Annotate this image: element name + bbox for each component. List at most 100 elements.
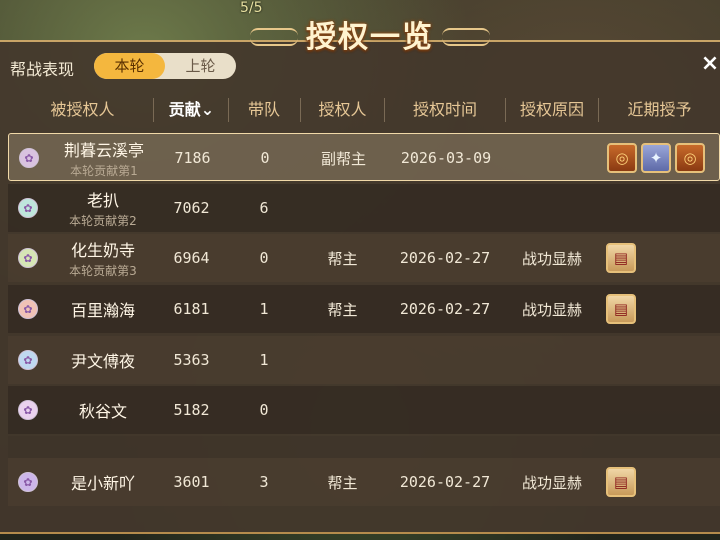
ornament-left [250, 28, 298, 46]
toggle-previous-round[interactable]: 上轮 [165, 53, 236, 79]
cell-time: 2026-03-09 [386, 134, 506, 182]
table-row[interactable]: ✿ 老扒 本轮贡献第2 7062 6 [8, 184, 720, 232]
member-name-block: 秋谷文 [38, 386, 168, 434]
cell-reason [507, 134, 599, 182]
header-time[interactable]: 授权时间 [385, 92, 505, 128]
time-value: 2026-02-27 [399, 300, 491, 318]
scroll-icon[interactable]: ▤ [606, 243, 636, 273]
avatar[interactable]: ✿ [18, 472, 38, 492]
table-header: 被授权人 贡献⌄ 带队 授权人 授权时间 授权原因 近期授予 [0, 92, 720, 128]
contribution-value: 7186 [174, 149, 211, 167]
member-name: 尹文傅夜 [70, 352, 135, 371]
toggle-current-round[interactable]: 本轮 [94, 53, 165, 79]
cell-team: 1 [229, 285, 299, 333]
cell-grantor: 帮主 [301, 234, 384, 282]
avatar[interactable]: ✿ [18, 248, 38, 268]
cell-team: 6 [229, 184, 299, 232]
cell-team: 0 [230, 134, 300, 182]
table-row[interactable]: ✿ 秋谷文 5182 0 [8, 386, 720, 434]
avatar[interactable]: ✿ [18, 198, 38, 218]
chevron-down-icon: ⌄ [200, 100, 215, 119]
filter-label: 帮战表现 [10, 60, 75, 79]
time-value: 2026-02-27 [399, 249, 491, 267]
contribution-rank: 本轮贡献第3 [69, 264, 137, 278]
close-icon[interactable]: × [700, 52, 720, 76]
grantor-value: 帮主 [327, 473, 358, 492]
table-row[interactable]: ✿ 百里瀚海 6181 1 帮主 2026-02-27 战功显赫 ▤ [8, 285, 720, 333]
cell-reason [506, 386, 598, 434]
team-value: 0 [259, 401, 269, 419]
header-grantor[interactable]: 授权人 [301, 92, 384, 128]
title-banner: 授权一览 [250, 8, 490, 60]
cell-team: 0 [229, 234, 299, 282]
table-row[interactable]: ✿ 荆暮云溪亭 本轮贡献第1 7186 0 副帮主 2026-03-09 ◎ ✦ ◎ [8, 133, 720, 181]
team-value: 6 [259, 199, 269, 217]
member-name: 老扒 [86, 191, 119, 210]
cell-reason [506, 336, 598, 384]
scroll-icon[interactable]: ▤ [606, 467, 636, 497]
avatar[interactable]: ✿ [19, 148, 39, 168]
pouch-icon[interactable]: ◎ [675, 143, 705, 173]
header-divider [153, 98, 154, 122]
orb-icon[interactable]: ✦ [641, 143, 671, 173]
member-name-block: 百里瀚海 [38, 285, 168, 333]
cell-contribution: 5363 [155, 336, 228, 384]
cell-time: 2026-02-27 [385, 234, 505, 282]
member-name: 百里瀚海 [70, 301, 135, 320]
cell-contribution: 6181 [155, 285, 228, 333]
table-row[interactable]: ✿ 尹文傅夜 5363 1 [8, 336, 720, 384]
team-value: 0 [259, 249, 269, 267]
round-toggle[interactable]: 本轮 上轮 [94, 53, 236, 79]
scroll-icon[interactable]: ▤ [606, 294, 636, 324]
ornament-right [442, 28, 490, 46]
contribution-value: 6964 [173, 249, 210, 267]
cell-grantor [301, 386, 384, 434]
pouch-icon[interactable]: ◎ [607, 143, 637, 173]
cell-reason: 战功显赫 [506, 234, 598, 282]
cell-contribution: 5182 [155, 386, 228, 434]
cell-contribution: 7062 [155, 184, 228, 232]
cell-grantor: 副帮主 [302, 134, 385, 182]
cell-time: 2026-02-27 [385, 285, 505, 333]
member-name-block: 老扒 本轮贡献第2 [38, 184, 168, 232]
contribution-value: 5363 [173, 351, 210, 369]
team-value: 1 [259, 351, 269, 369]
contribution-value: 6181 [173, 300, 210, 318]
team-value: 0 [260, 149, 270, 167]
cell-time [385, 386, 505, 434]
cell-time: 2026-02-27 [385, 458, 505, 506]
member-name: 化生奶寺 [70, 241, 135, 260]
table-row[interactable]: ✿ 是小新吖 3601 3 帮主 2026-02-27 战功显赫 ▤ [8, 458, 720, 506]
cell-team: 3 [229, 458, 299, 506]
table-row[interactable]: ✿ 化生奶寺 本轮贡献第3 6964 0 帮主 2026-02-27 战功显赫 ▤ [8, 234, 720, 282]
cell-grantor [301, 184, 384, 232]
cell-grantor: 帮主 [301, 285, 384, 333]
member-name: 荆暮云溪亭 [63, 141, 144, 160]
avatar[interactable]: ✿ [18, 350, 38, 370]
window-title: 授权一览 [306, 20, 434, 55]
cell-reason: 战功显赫 [506, 285, 598, 333]
team-value: 1 [259, 300, 269, 318]
avatar[interactable]: ✿ [18, 299, 38, 319]
member-name-block: 化生奶寺本轮贡献第3 [38, 234, 168, 282]
cell-time [385, 184, 505, 232]
cell-contribution: 3601 [155, 458, 228, 506]
reason-value: 战功显赫 [521, 249, 582, 268]
header-reason[interactable]: 授权原因 [506, 92, 598, 128]
header-contribution[interactable]: 贡献⌄ [155, 92, 228, 128]
cell-reason: 战功显赫 [506, 458, 598, 506]
header-team[interactable]: 带队 [229, 92, 299, 128]
cell-contribution: 7186 [156, 134, 229, 182]
cell-team: 0 [229, 386, 299, 434]
header-name[interactable]: 被授权人 [10, 92, 155, 128]
contribution-value: 3601 [173, 473, 210, 491]
cell-contribution: 6964 [155, 234, 228, 282]
cell-time [385, 336, 505, 384]
grantor-value: 副帮主 [320, 149, 366, 168]
reason-value: 战功显赫 [521, 300, 582, 319]
reason-value: 战功显赫 [521, 473, 582, 492]
member-name-block: 是小新吖 [38, 458, 168, 506]
header-recent[interactable]: 近期授予 [599, 92, 720, 128]
member-name: 是小新吖 [70, 474, 135, 493]
avatar[interactable]: ✿ [18, 400, 38, 420]
